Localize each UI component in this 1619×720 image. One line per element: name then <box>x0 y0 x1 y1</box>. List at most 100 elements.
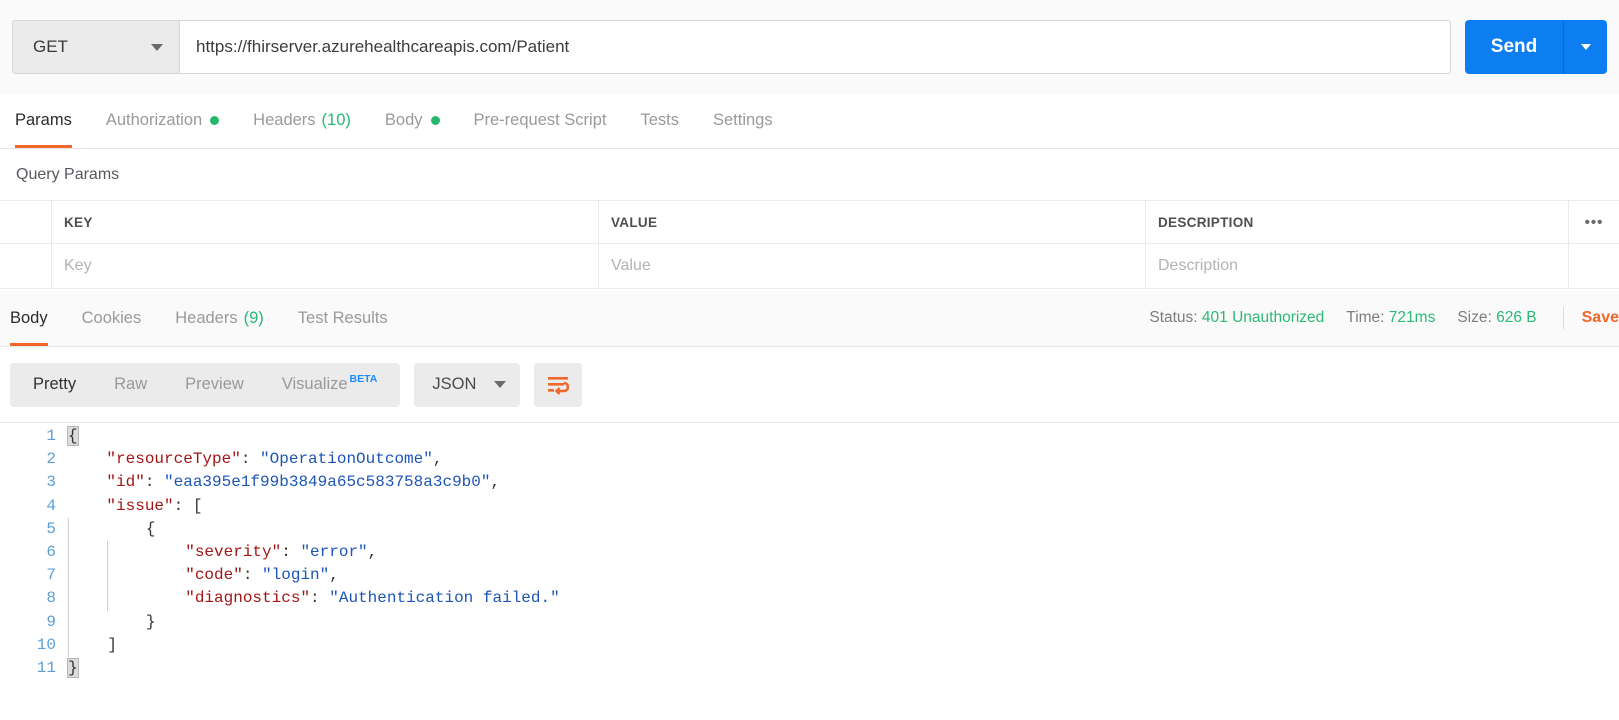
response-tabs-bar: Body Cookies Headers (9) Test Results St… <box>0 291 1619 347</box>
request-url-bar: GET Send <box>0 0 1619 94</box>
tab-tests[interactable]: Tests <box>623 93 696 148</box>
beta-badge: BETA <box>349 372 378 385</box>
divider <box>1562 307 1564 329</box>
status-value: 401 Unauthorized <box>1201 309 1325 326</box>
view-preview-button[interactable]: Preview <box>166 363 263 407</box>
param-description-placeholder: Description <box>1158 257 1239 274</box>
response-language-selector[interactable]: JSON <box>414 362 521 407</box>
line-number: 2 <box>46 450 56 469</box>
tab-label: Tests <box>640 111 679 129</box>
response-body-viewer[interactable]: 1 2 3 4 5 6 7 8 9 10 11 { "resourceType": "Operati… <box>0 422 1619 720</box>
line-number: 7 <box>46 566 56 585</box>
header-value: VALUE <box>599 201 1146 243</box>
line-number: 1 <box>46 427 56 445</box>
size-label: Size: <box>1457 309 1492 326</box>
chevron-down-icon <box>1580 44 1591 50</box>
header-checkbox-cell <box>0 201 52 243</box>
tab-test-results[interactable]: Test Results <box>281 291 405 346</box>
code-line: ] <box>68 633 1619 657</box>
tab-pre-request-script[interactable]: Pre-request Script <box>457 93 624 148</box>
wrap-lines-icon <box>548 376 570 395</box>
send-options-button[interactable] <box>1563 20 1607 74</box>
tab-label: Body <box>10 309 48 327</box>
tab-count: (10) <box>321 111 351 129</box>
code-editor: 1 2 3 4 5 6 7 8 9 10 11 { "resourceType": "Operati… <box>0 423 1619 680</box>
param-key-placeholder: Key <box>64 257 92 274</box>
tab-label: Authorization <box>105 111 203 129</box>
code-line: "issue": [ <box>106 496 203 515</box>
send-button[interactable]: Send <box>1465 20 1563 74</box>
bulk-edit-button[interactable]: ••• <box>1569 201 1619 243</box>
wrap-lines-button[interactable] <box>534 362 583 407</box>
tab-response-body[interactable]: Body <box>10 291 65 346</box>
view-raw-button[interactable]: Raw <box>95 363 166 407</box>
view-label: Preview <box>185 375 244 393</box>
tab-label: Params <box>15 111 72 129</box>
line-number: 4 <box>46 496 56 515</box>
request-url-input[interactable] <box>180 21 1450 73</box>
param-description-input[interactable]: Description <box>1146 244 1569 288</box>
line-number: 9 <box>46 612 56 631</box>
response-tabs: Body Cookies Headers (9) Test Results <box>0 290 405 346</box>
request-tabs: Params Authorization Headers (10) Body P… <box>0 94 1619 149</box>
code-line: "id": "eaa395e1f99b3849a65c583758a3c9b0"… <box>106 473 501 492</box>
code-line: } <box>67 657 79 678</box>
param-key-input[interactable]: Key <box>52 244 599 288</box>
query-params-table: KEY VALUE DESCRIPTION ••• Key Value Desc… <box>0 200 1619 289</box>
view-label: Raw <box>114 375 148 393</box>
method-url-group: GET <box>12 20 1451 74</box>
http-method-selector[interactable]: GET <box>13 21 180 73</box>
response-meta: Status: 401 Unauthorized Time: 721ms Siz… <box>1127 290 1619 346</box>
response-format-bar: Pretty Raw Preview Visualize BETA JSON <box>0 347 1619 422</box>
size-value: 626 B <box>1496 309 1537 326</box>
status-dot-icon <box>210 116 220 125</box>
header-description: DESCRIPTION <box>1146 201 1569 243</box>
line-number: 3 <box>46 473 56 492</box>
ellipsis-icon: ••• <box>1584 213 1604 231</box>
view-pretty-button[interactable]: Pretty <box>14 363 95 407</box>
status-label: Status: <box>1149 309 1198 326</box>
http-method-label: GET <box>33 37 68 56</box>
save-response-button[interactable]: Save <box>1582 309 1619 327</box>
tab-count: (9) <box>243 309 264 327</box>
size-badge[interactable]: Size: 626 B <box>1457 309 1536 327</box>
tab-headers[interactable]: Headers (10) <box>236 93 368 148</box>
code-lines: { "resourceType": "OperationOutcome", "i… <box>67 425 1619 680</box>
tab-settings[interactable]: Settings <box>696 93 790 148</box>
query-params-title: Query Params <box>0 149 1619 201</box>
tab-label: Pre-request Script <box>473 111 607 129</box>
language-label: JSON <box>432 375 477 393</box>
line-number: 5 <box>46 519 56 538</box>
chevron-down-icon <box>494 381 507 388</box>
tab-label: Settings <box>712 111 773 129</box>
view-visualize-button[interactable]: Visualize BETA <box>263 363 397 407</box>
code-line: "severity": "error", <box>68 540 1619 565</box>
param-value-input[interactable]: Value <box>599 244 1146 288</box>
tab-label: Headers <box>175 309 238 327</box>
status-dot-icon <box>430 116 440 125</box>
tab-label: Cookies <box>81 309 142 327</box>
time-label: Time: <box>1346 309 1385 326</box>
tab-response-headers[interactable]: Headers (9) <box>158 291 281 346</box>
line-number: 6 <box>46 542 56 561</box>
status-badge[interactable]: Status: 401 Unauthorized <box>1149 309 1324 327</box>
line-number: 10 <box>36 635 56 654</box>
row-checkbox-cell[interactable] <box>0 244 52 288</box>
tab-authorization[interactable]: Authorization <box>89 93 236 148</box>
time-badge[interactable]: Time: 721ms <box>1346 309 1435 327</box>
code-line: "resourceType": "OperationOutcome", <box>106 450 443 469</box>
view-label: Visualize <box>281 375 348 393</box>
header-key: KEY <box>52 201 599 243</box>
send-button-group: Send <box>1465 20 1607 74</box>
tab-response-cookies[interactable]: Cookies <box>65 291 159 346</box>
tab-params[interactable]: Params <box>15 93 89 148</box>
code-line: { <box>67 426 79 446</box>
tab-label: Headers <box>253 111 316 129</box>
code-line: { <box>68 517 1619 541</box>
tab-label: Body <box>384 111 423 129</box>
tab-body[interactable]: Body <box>368 93 457 148</box>
code-line: "code": "login", <box>68 564 1619 588</box>
row-tools-cell <box>1569 244 1619 288</box>
code-line: } <box>68 610 1619 634</box>
code-line: "diagnostics": "Authentication failed." <box>68 587 1619 611</box>
